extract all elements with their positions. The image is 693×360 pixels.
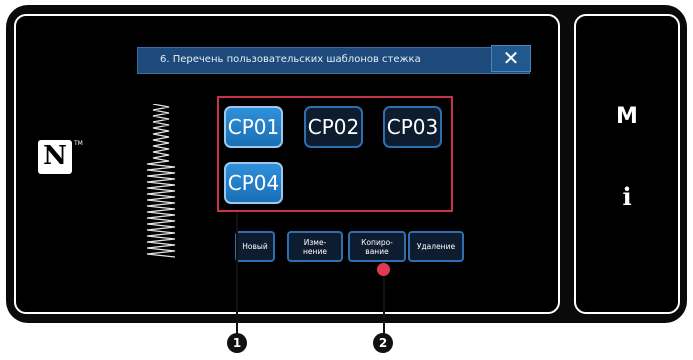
pattern-button-cp04[interactable]: CP04 [224, 162, 283, 204]
edit-button-label: Изме-нение [303, 238, 327, 256]
new-button-label: Новый [242, 242, 268, 251]
pattern-button-cp02[interactable]: CP02 [304, 106, 363, 148]
menu-button[interactable]: M [609, 104, 645, 129]
delete-button[interactable]: Удаление [408, 231, 464, 262]
new-button[interactable]: Новый [235, 231, 275, 262]
nfc-icon[interactable]: N [38, 140, 72, 174]
copy-line-2: вание [365, 246, 389, 256]
copy-button-label: Копиро-вание [361, 238, 393, 256]
callout-marker-2: 2 [373, 333, 393, 353]
nfc-trademark: TM [74, 140, 83, 147]
callout-line-1 [236, 212, 238, 335]
delete-button-label: Удаление [416, 242, 456, 251]
copy-line-1: Копиро- [361, 237, 393, 247]
stitch-preview-icon [146, 104, 176, 258]
pattern-button-cp03[interactable]: CP03 [383, 106, 442, 148]
copy-button[interactable]: Копиро-вание [348, 231, 406, 262]
callout-marker-1: 1 [227, 333, 247, 353]
side-panel [574, 14, 680, 314]
close-button[interactable]: ✕ [491, 45, 531, 72]
edit-button[interactable]: Изме-нение [287, 231, 343, 262]
edit-line-2: нение [303, 246, 327, 256]
info-button[interactable]: i [609, 182, 645, 211]
pattern-button-cp01[interactable]: CP01 [224, 106, 283, 148]
callout-dot [377, 263, 390, 276]
dialog-title: 6. Перечень пользовательских шаблонов ст… [160, 54, 421, 65]
dialog-title-bar: 6. Перечень пользовательских шаблонов ст… [137, 47, 530, 74]
edit-line-1: Изме- [303, 237, 327, 247]
